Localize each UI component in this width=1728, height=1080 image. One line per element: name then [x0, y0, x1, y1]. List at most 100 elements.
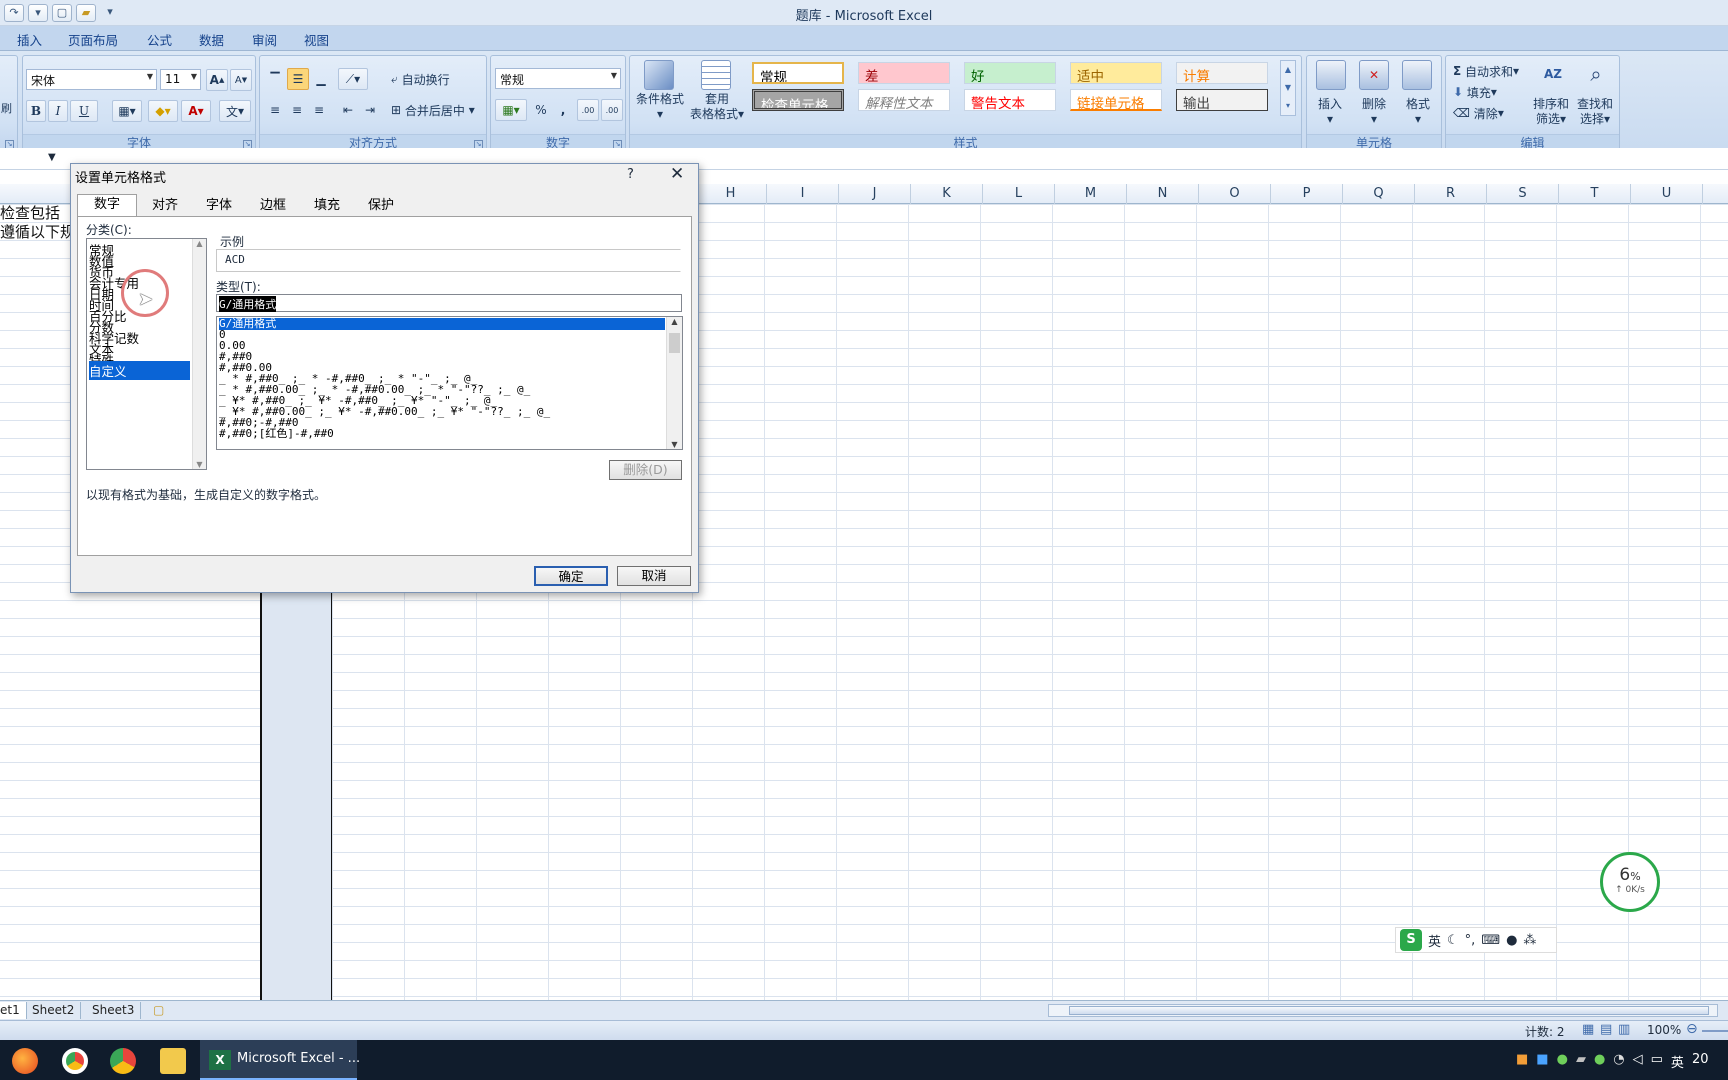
tab-view[interactable]: 视图 [304, 30, 329, 49]
font-name-combo[interactable]: 宋体 ▼ [26, 69, 157, 90]
decrease-indent-icon[interactable]: ⇤ [338, 99, 358, 121]
name-box-dropdown-icon[interactable]: ▼ [48, 152, 56, 163]
styles-gallery-scroll[interactable]: ▲ ▼ ▾ [1280, 60, 1296, 116]
tab-alignment[interactable]: 对齐 [139, 196, 191, 216]
sheet-tab-3[interactable]: Sheet3 [86, 1002, 142, 1019]
number-format-combo[interactable]: 常规 ▼ [495, 68, 621, 89]
shrink-font-button[interactable]: A ▼ [230, 69, 252, 91]
tab-page-layout[interactable]: 页面布局 [68, 30, 118, 49]
zoom-out-icon[interactable]: ⊖ [1686, 1021, 1698, 1037]
cell-a2[interactable]: 遵循以下规 [0, 221, 75, 242]
column-header-o[interactable]: O [1199, 184, 1271, 204]
normal-view-icon[interactable]: ▦ [1582, 1022, 1594, 1037]
grow-font-button[interactable]: A ▲ [206, 69, 228, 91]
tab-font[interactable]: 字体 [193, 196, 245, 216]
chrome-alt-icon[interactable] [110, 1048, 136, 1074]
cell-style-3[interactable]: 适中 [1070, 62, 1162, 84]
close-icon[interactable]: ✕ [670, 164, 684, 184]
borders-button[interactable]: ▦▾ [112, 100, 142, 122]
file-explorer-icon[interactable] [160, 1048, 186, 1074]
fill-button[interactable]: ⬇ 填充 ▾ [1452, 81, 1512, 103]
bold-button[interactable]: B [26, 100, 46, 122]
format-item[interactable]: #,##0;[红色]-#,##0 [219, 428, 665, 440]
zoom-slider[interactable] [1702, 1030, 1728, 1032]
cell-style-9[interactable]: 输出 [1176, 89, 1268, 111]
tray-app-icon[interactable]: ■ [1516, 1052, 1528, 1071]
cell-style-1[interactable]: 差 [858, 62, 950, 84]
column-header-n[interactable]: N [1127, 184, 1199, 204]
tab-fill[interactable]: 填充 [301, 196, 353, 216]
cell-style-5[interactable]: 检查单元格 [752, 89, 844, 111]
autosum-button[interactable]: Σ 自动求和 ▾ [1452, 60, 1530, 82]
grid-menu-icon[interactable]: ⁂ [1523, 933, 1536, 948]
comma-button[interactable]: , [553, 99, 573, 121]
accounting-format-button[interactable]: ▦▾ [495, 99, 527, 121]
tray-ime-label[interactable]: 英 [1671, 1052, 1684, 1071]
column-header-p[interactable]: P [1271, 184, 1343, 204]
tray-sync-icon[interactable]: ◔ [1613, 1052, 1624, 1071]
table-format-button[interactable]: 套用 表格格式▾ [685, 92, 749, 122]
scroll-down-icon[interactable]: ▼ [193, 460, 206, 469]
delete-cells-button[interactable]: 删除 ▾ [1351, 97, 1397, 127]
tab-formulas[interactable]: 公式 [147, 30, 172, 49]
cancel-button[interactable]: 取消 [617, 566, 691, 586]
clear-button[interactable]: ⌫ 清除 ▾ [1452, 102, 1512, 124]
tab-insert[interactable]: 插入 [17, 30, 42, 49]
increase-indent-icon[interactable]: ⇥ [360, 99, 380, 121]
column-header-j[interactable]: J [839, 184, 911, 204]
italic-button[interactable]: I [48, 100, 68, 122]
tab-data[interactable]: 数据 [199, 30, 224, 49]
keyboard-icon[interactable]: ⌨ [1481, 933, 1500, 948]
column-header-s[interactable]: S [1487, 184, 1559, 204]
punctuation-icon[interactable]: °, [1465, 933, 1476, 948]
column-header-i[interactable]: I [767, 184, 839, 204]
column-header-t[interactable]: T [1559, 184, 1631, 204]
chrome-icon[interactable] [62, 1048, 88, 1074]
align-middle-icon[interactable]: ☰ [287, 68, 309, 90]
format-cells-button[interactable]: 格式 ▾ [1395, 97, 1441, 127]
firefox-icon[interactable] [12, 1048, 38, 1074]
cell-style-4[interactable]: 计算 [1176, 62, 1268, 84]
orientation-icon[interactable]: ⟋▾ [338, 68, 368, 90]
type-input[interactable]: G/通用格式 [216, 294, 682, 312]
category-item[interactable]: 自定义 [89, 361, 190, 380]
horizontal-scrollbar[interactable] [1048, 1004, 1718, 1017]
tab-protection[interactable]: 保护 [355, 196, 407, 216]
moon-icon[interactable]: ☾ [1447, 933, 1459, 948]
increase-decimal-button[interactable]: .00 [577, 99, 599, 121]
column-header-h[interactable]: H [695, 184, 767, 204]
find-select-button[interactable]: 查找和 选择▾ [1572, 97, 1618, 127]
font-color-button[interactable]: A▾ [181, 100, 211, 122]
page-break-view-icon[interactable]: ▥ [1618, 1022, 1630, 1037]
user-icon[interactable]: ● [1506, 933, 1517, 948]
align-bottom-icon[interactable]: ▁ [311, 68, 331, 90]
format-painter-icon[interactable]: 刷 [1, 100, 12, 116]
delete-format-button[interactable]: 删除(D) [609, 460, 682, 480]
percent-button[interactable]: % [531, 99, 551, 121]
format-scrollbar[interactable]: ▲ ▼ [666, 317, 682, 449]
ime-language[interactable]: 英 [1428, 931, 1441, 950]
scroll-up-icon[interactable]: ▲ [193, 239, 206, 248]
column-header-r[interactable]: R [1415, 184, 1487, 204]
merge-center-button[interactable]: ⊞ 合并后居中 ▾ [390, 99, 486, 121]
tray-meeting-icon[interactable]: ■ [1536, 1052, 1548, 1071]
cell-a1[interactable]: 检查包括 [0, 202, 60, 223]
network-icon[interactable]: ▭ [1651, 1052, 1663, 1071]
cell-style-0[interactable]: 常规 [752, 62, 844, 84]
fill-color-button[interactable]: ◆▾ [148, 100, 178, 122]
align-right-icon[interactable]: ≡ [309, 99, 329, 121]
horizontal-scroll-thumb[interactable] [1069, 1006, 1709, 1015]
sort-filter-button[interactable]: 排序和 筛选▾ [1528, 97, 1574, 127]
phonetic-button[interactable]: 文 ▾ [219, 100, 251, 122]
wrap-text-button[interactable]: ⤶ 自动换行 [390, 68, 470, 90]
underline-button[interactable]: U [70, 100, 98, 122]
tray-network-app-icon[interactable]: ● [1557, 1052, 1568, 1071]
align-top-icon[interactable]: ▔ [265, 68, 285, 90]
clock-fragment[interactable]: 20 [1692, 1052, 1709, 1071]
column-header-k[interactable]: K [911, 184, 983, 204]
tab-border[interactable]: 边框 [247, 196, 299, 216]
decrease-decimal-button[interactable]: .00 [601, 99, 623, 121]
taskbar-excel-item[interactable]: X Microsoft Excel - ... [200, 1040, 360, 1080]
align-left-icon[interactable]: ≡ [265, 99, 285, 121]
column-header-l[interactable]: L [983, 184, 1055, 204]
